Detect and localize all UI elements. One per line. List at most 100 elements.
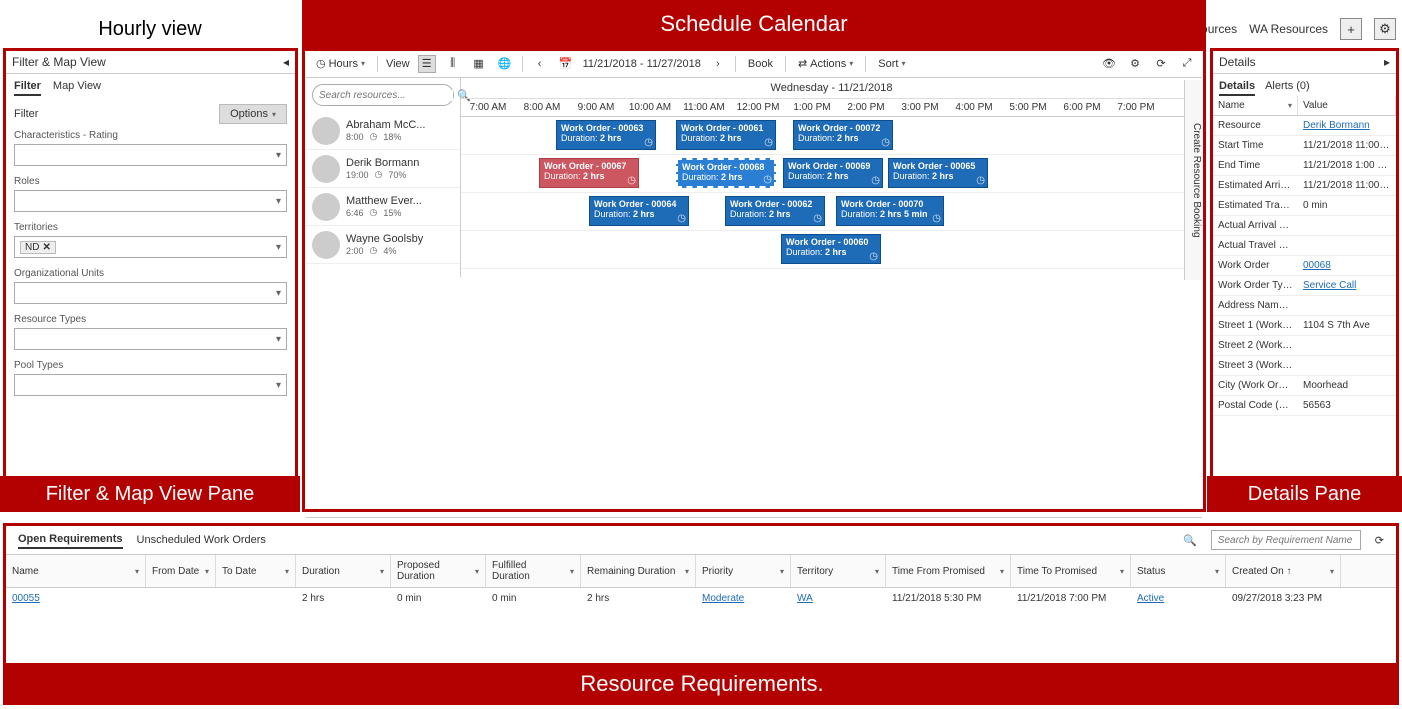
tab-open-requirements[interactable]: Open Requirements [18, 531, 123, 549]
gear-icon[interactable]: ⚙ [1374, 18, 1396, 40]
work-order-block[interactable]: Work Order - 00068Duration: 2 hrs◷ [676, 158, 776, 188]
calendar-row[interactable]: Work Order - 00064Duration: 2 hrs◷ Work O… [461, 193, 1202, 231]
tab-unscheduled-work-orders[interactable]: Unscheduled Work Orders [137, 532, 266, 548]
tab-details[interactable]: Details [1219, 78, 1255, 96]
work-order-block[interactable]: Work Order - 00067Duration: 2 hrs◷ [539, 158, 639, 188]
work-order-block[interactable]: Work Order - 00063Duration: 2 hrs◷ [556, 120, 656, 150]
view-list-icon[interactable]: ☰ [418, 55, 436, 73]
territory-tag[interactable]: ND ✕ [20, 241, 56, 254]
calendar-row[interactable]: Work Order - 00067Duration: 2 hrs◷ Work O… [461, 155, 1202, 193]
view-columns-icon[interactable]: ⫼ [444, 55, 462, 73]
chevron-down-icon[interactable]: ▾ [875, 567, 879, 576]
calendar-row[interactable]: Work Order - 00060Duration: 2 hrs◷ [461, 231, 1202, 269]
chevron-down-icon[interactable]: ▾ [475, 567, 479, 576]
column-header[interactable]: Name▾ [6, 555, 146, 587]
table-row[interactable]: 000552 hrs0 min0 min2 hrsModerateWA11/21… [6, 588, 1396, 609]
details-link[interactable]: 00068 [1303, 260, 1331, 271]
calendar-row[interactable]: Work Order - 00063Duration: 2 hrs◷ Work O… [461, 117, 1202, 155]
chevron-down-icon[interactable]: ▾ [780, 567, 784, 576]
resource-search[interactable]: 🔍 [312, 84, 454, 106]
chevron-down-icon[interactable]: ▾ [135, 567, 139, 576]
view-globe-icon[interactable]: 🌐 [496, 55, 514, 73]
chevron-down-icon[interactable]: ▾ [1288, 101, 1292, 110]
column-header[interactable]: Priority▾ [696, 555, 791, 587]
requirement-search-input[interactable] [1211, 530, 1361, 550]
remove-tag-icon[interactable]: ✕ [42, 242, 50, 253]
table-link[interactable]: WA [797, 593, 813, 604]
column-header[interactable]: To Date▾ [216, 555, 296, 587]
table-link[interactable]: Active [1137, 593, 1164, 604]
chevron-down-icon[interactable]: ▾ [1215, 567, 1219, 576]
chevron-down-icon[interactable]: ▾ [205, 567, 209, 576]
prev-icon[interactable]: ‹ [531, 55, 549, 73]
chevron-down-icon[interactable]: ▾ [380, 567, 384, 576]
column-header[interactable]: From Date▾ [146, 555, 216, 587]
chevron-down-icon[interactable]: ▾ [570, 567, 574, 576]
details-link[interactable]: Derik Bormann [1303, 120, 1370, 131]
roles-select[interactable]: ▾ [14, 190, 287, 212]
calendar-icon[interactable]: 📅 [557, 55, 575, 73]
pool-types-select[interactable]: ▾ [14, 374, 287, 396]
view-grid-icon[interactable]: ▦ [470, 55, 488, 73]
work-order-block[interactable]: Work Order - 00070Duration: 2 hrs 5 min◷ [836, 196, 944, 226]
sort-dropdown[interactable]: Sort ▾ [874, 56, 909, 72]
table-link[interactable]: 00055 [12, 593, 40, 604]
create-resource-booking-tab[interactable]: Create Resource Booking [1184, 80, 1202, 280]
wa-resources-link[interactable]: WA Resources [1249, 22, 1328, 36]
plus-icon[interactable]: + [1340, 18, 1362, 40]
column-header[interactable]: Territory▾ [791, 555, 886, 587]
org-units-select[interactable]: ▾ [14, 282, 287, 304]
resource-row[interactable]: Derik Bormann19:00◷70% [306, 150, 460, 188]
eye-icon[interactable]: 👁 [1100, 55, 1118, 73]
work-order-block[interactable]: Work Order - 00062Duration: 2 hrs◷ [725, 196, 825, 226]
resources-link[interactable]: Resources [1180, 22, 1237, 36]
resource-row[interactable]: Matthew Ever...6:46◷15% [306, 188, 460, 226]
work-order-block[interactable]: Work Order - 00072Duration: 2 hrs◷ [793, 120, 893, 150]
chevron-down-icon[interactable]: ▾ [1000, 567, 1004, 576]
work-order-block[interactable]: Work Order - 00061Duration: 2 hrs◷ [676, 120, 776, 150]
chevron-down-icon[interactable]: ▾ [1120, 567, 1124, 576]
work-order-block[interactable]: Work Order - 00064Duration: 2 hrs◷ [589, 196, 689, 226]
work-order-block[interactable]: Work Order - 00069Duration: 2 hrs◷ [783, 158, 883, 188]
tab-alerts[interactable]: Alerts (0) [1265, 78, 1310, 96]
work-order-block[interactable]: Work Order - 00065Duration: 2 hrs◷ [888, 158, 988, 188]
column-header[interactable]: Status▾ [1131, 555, 1226, 587]
column-header[interactable]: Proposed Duration▾ [391, 555, 486, 587]
search-icon[interactable]: 🔍 [1183, 532, 1197, 549]
calendar-grid[interactable]: Work Order - 00063Duration: 2 hrs◷ Work O… [461, 117, 1202, 277]
actions-dropdown[interactable]: ⇄Actions ▾ [794, 55, 857, 72]
refresh-icon[interactable]: ⟳ [1152, 55, 1170, 73]
resource-row[interactable]: Abraham McC...8:00◷18% [306, 112, 460, 150]
work-order-block[interactable]: Work Order - 00060Duration: 2 hrs◷ [781, 234, 881, 264]
book-button[interactable]: Book [744, 56, 777, 72]
expand-icon[interactable]: ⤢ [1178, 55, 1196, 73]
column-header[interactable]: Duration▾ [296, 555, 391, 587]
resource-row[interactable]: Wayne Goolsby2:00◷4% [306, 226, 460, 264]
chevron-down-icon[interactable]: ▾ [285, 567, 289, 576]
column-header[interactable]: Created On ↑▾ [1226, 555, 1341, 587]
table-link[interactable]: Moderate [702, 593, 744, 604]
details-link[interactable]: Service Call [1303, 280, 1356, 291]
resource-types-select[interactable]: ▾ [14, 328, 287, 350]
column-header[interactable]: Remaining Duration▾ [581, 555, 696, 587]
collapse-left-icon[interactable]: ◂ [283, 55, 289, 69]
next-icon[interactable]: › [709, 55, 727, 73]
characteristics-select[interactable]: ▾ [14, 144, 287, 166]
column-header[interactable]: Time To Promised▾ [1011, 555, 1131, 587]
chevron-down-icon[interactable]: ▾ [1330, 567, 1334, 576]
column-header[interactable]: Fulfilled Duration▾ [486, 555, 581, 587]
territories-select[interactable]: ND ✕ ▾ [14, 236, 287, 258]
options-button[interactable]: Options▾ [219, 104, 287, 124]
column-header[interactable]: Time From Promised▾ [886, 555, 1011, 587]
chevron-down-icon[interactable]: ▾ [685, 567, 689, 576]
refresh-icon[interactable]: ⟳ [1375, 532, 1384, 549]
resource-search-input[interactable] [319, 90, 453, 101]
settings-icon[interactable]: ⚙ [1126, 55, 1144, 73]
work-order-title: Work Order - 00070 [841, 199, 939, 209]
tab-map-view[interactable]: Map View [53, 78, 101, 96]
collapse-right-icon[interactable]: ▸ [1384, 55, 1390, 69]
date-range[interactable]: 11/21/2018 - 11/27/2018 [583, 58, 701, 70]
hours-dropdown[interactable]: ◷Hours ▾ [312, 55, 369, 72]
resource-pct: 4% [383, 246, 396, 256]
tab-filter[interactable]: Filter [14, 78, 41, 96]
